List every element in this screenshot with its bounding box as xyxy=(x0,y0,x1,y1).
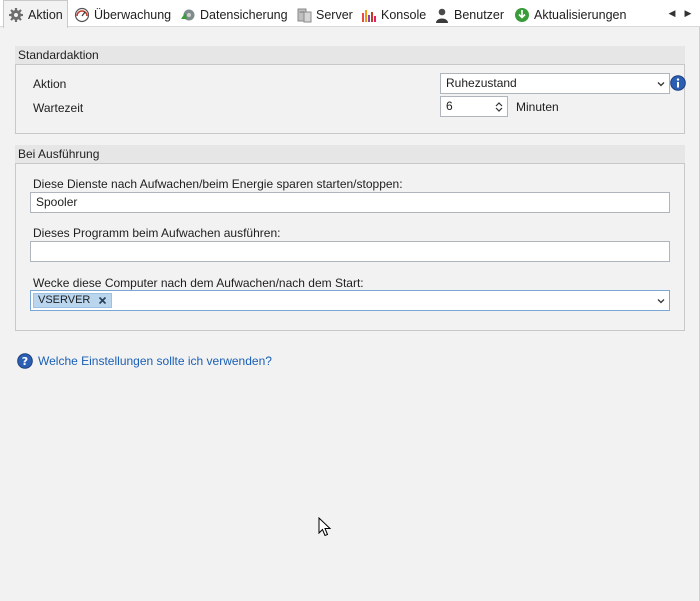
program-input[interactable] xyxy=(30,241,670,262)
chevron-down-icon[interactable] xyxy=(657,297,665,305)
info-icon[interactable] xyxy=(670,75,686,91)
wait-unit: Minuten xyxy=(516,100,559,114)
wake-computers-select[interactable]: VSERVER xyxy=(30,290,670,311)
action-select[interactable]: Ruhezustand xyxy=(440,73,670,94)
content-panel: Standardaktion Aktion Ruhezustand Wartez… xyxy=(0,27,700,601)
tab-datensicherung[interactable]: Datensicherung xyxy=(176,2,292,27)
tab-label: Benutzer xyxy=(454,7,505,22)
gear-icon xyxy=(8,7,24,23)
chevron-down-icon[interactable] xyxy=(495,107,503,113)
tab-benutzer[interactable]: Benutzer xyxy=(430,2,508,27)
tab-label: Datensicherung xyxy=(200,7,288,22)
section-header-execution: Bei Ausführung xyxy=(15,145,685,163)
wait-stepper[interactable]: 6 xyxy=(440,96,508,117)
tab-label: Server xyxy=(316,7,353,22)
tab-konsole[interactable]: Konsole xyxy=(357,2,430,27)
update-icon xyxy=(514,7,530,23)
svg-text:?: ? xyxy=(22,355,28,368)
chevron-down-icon xyxy=(657,82,665,87)
wake-label: Wecke diese Computer nach dem Aufwachen/… xyxy=(33,276,364,290)
wait-value: 6 xyxy=(446,99,453,113)
standard-group: Aktion Ruhezustand Wartezeit 6 Minuten xyxy=(15,64,686,134)
gauge-icon xyxy=(74,7,90,23)
help-link[interactable]: Welche Einstellungen sollte ich verwende… xyxy=(38,354,272,368)
execution-group: Diese Dienste nach Aufwachen/beim Energi… xyxy=(15,163,685,331)
services-value: Spooler xyxy=(36,195,78,209)
action-label: Aktion xyxy=(33,77,67,91)
backup-icon xyxy=(180,7,196,23)
tab-aktualisierungen[interactable]: Aktualisierungen xyxy=(510,2,630,27)
computer-chip: VSERVER xyxy=(33,293,113,308)
wait-label: Wartezeit xyxy=(33,101,84,115)
program-label: Dieses Programm beim Aufwachen ausführen… xyxy=(33,226,281,240)
stepper-buttons[interactable] xyxy=(491,97,507,116)
tab-server[interactable]: Server xyxy=(292,2,357,27)
tab-strip: Aktion Überwachung Datensicherung Server… xyxy=(0,0,700,28)
tab-aktion[interactable]: Aktion xyxy=(3,0,68,28)
tab-label: Aktion xyxy=(28,7,63,22)
services-label: Diese Dienste nach Aufwachen/beim Energi… xyxy=(33,177,403,191)
user-icon xyxy=(434,7,450,23)
action-select-value: Ruhezustand xyxy=(446,76,517,90)
tab-label: Konsole xyxy=(381,7,427,22)
server-icon xyxy=(296,7,312,23)
tab-label: Überwachung xyxy=(94,7,172,22)
help-icon[interactable]: ? xyxy=(17,353,33,369)
chip-label: VSERVER xyxy=(38,294,91,306)
close-icon[interactable] xyxy=(98,296,107,305)
services-input[interactable]: Spooler xyxy=(30,192,670,213)
tab-scroll-right-button[interactable]: ▶ xyxy=(682,6,694,20)
section-header-standard: Standardaktion xyxy=(15,46,685,64)
mouse-cursor-icon xyxy=(318,516,332,537)
chart-icon xyxy=(361,7,377,23)
tab-ueberwachung[interactable]: Überwachung xyxy=(70,2,175,27)
tab-label: Aktualisierungen xyxy=(534,7,627,22)
tab-scroll-left-button[interactable]: ◀ xyxy=(666,6,678,20)
